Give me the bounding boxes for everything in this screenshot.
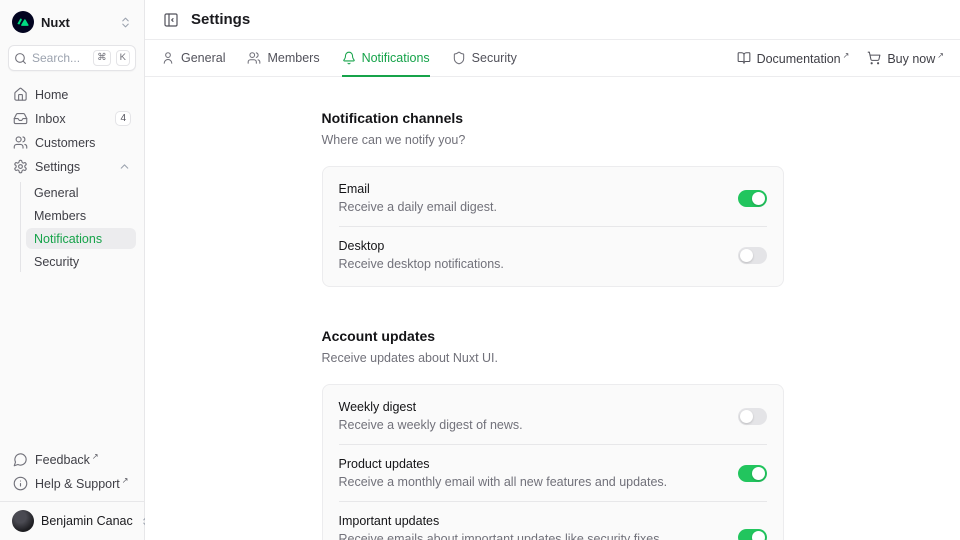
- org-name: Nuxt: [41, 15, 70, 30]
- tab-label: General: [181, 51, 225, 65]
- tab-label: Security: [472, 51, 517, 65]
- shopping-cart-icon: [867, 51, 881, 65]
- tab-security[interactable]: Security: [452, 40, 517, 76]
- tab-general[interactable]: General: [161, 40, 225, 76]
- setting-row-weekly-digest: Weekly digest Receive a weekly digest of…: [323, 388, 783, 444]
- users-icon: [247, 51, 261, 65]
- setting-description: Receive desktop notifications.: [339, 257, 504, 271]
- setting-description: Receive a daily email digest.: [339, 200, 497, 214]
- sidebar-item-general[interactable]: General: [26, 182, 136, 203]
- tab-label: Members: [267, 51, 319, 65]
- user-name: Benjamin Canac: [41, 514, 133, 528]
- search-placeholder: Search...: [32, 51, 88, 65]
- section-description: Where can we notify you?: [322, 133, 784, 147]
- page-title: Settings: [191, 11, 250, 28]
- search-icon: [14, 52, 27, 65]
- collapse-sidebar-button[interactable]: [161, 10, 181, 30]
- home-icon: [13, 87, 28, 102]
- book-open-icon: [737, 51, 751, 65]
- sidebar: Nuxt Search... ⌘ K Home: [0, 0, 145, 540]
- sidebar-item-notifications[interactable]: Notifications: [26, 228, 136, 249]
- buy-now-link[interactable]: Buy now: [867, 51, 944, 66]
- user-icon: [161, 51, 175, 65]
- gear-icon: [13, 159, 28, 174]
- inbox-icon: [13, 111, 28, 126]
- users-icon: [13, 135, 28, 150]
- sidebar-item-settings[interactable]: Settings: [8, 156, 136, 177]
- setting-label: Email: [339, 182, 497, 196]
- info-circle-icon: [13, 476, 28, 491]
- notification-channels-section: Notification channels Where can we notif…: [322, 110, 784, 287]
- section-title: Account updates: [322, 328, 784, 344]
- setting-label: Weekly digest: [339, 400, 523, 414]
- setting-description: Receive a weekly digest of news.: [339, 418, 523, 432]
- topbar: Settings: [145, 0, 960, 40]
- user-menu[interactable]: Benjamin Canac: [0, 501, 144, 540]
- account-updates-section: Account updates Receive updates about Nu…: [322, 328, 784, 540]
- documentation-link[interactable]: Documentation: [737, 51, 850, 66]
- feedback-link[interactable]: Feedback: [8, 449, 136, 470]
- header-links: Documentation Buy now: [737, 40, 944, 76]
- sidebar-item-home[interactable]: Home: [8, 84, 136, 105]
- app-window: Nuxt Search... ⌘ K Home: [0, 0, 960, 540]
- setting-row-email: Email Receive a daily email digest.: [323, 170, 783, 226]
- weekly-digest-toggle[interactable]: [738, 408, 767, 425]
- settings-tabs: General Members Notifications Security: [145, 40, 960, 77]
- kbd-k: K: [116, 50, 130, 66]
- setting-row-important-updates: Important updates Receive emails about i…: [323, 502, 783, 540]
- setting-label: Important updates: [339, 514, 722, 528]
- tab-members[interactable]: Members: [247, 40, 319, 76]
- sidebar-item-inbox[interactable]: Inbox 4: [8, 108, 136, 129]
- documentation-label: Documentation: [757, 51, 850, 66]
- help-support-link[interactable]: Help & Support: [8, 473, 136, 494]
- nuxt-logo-icon: [12, 11, 34, 33]
- sidebar-item-label: Inbox: [35, 112, 66, 126]
- shield-icon: [452, 51, 466, 65]
- avatar: [12, 510, 34, 532]
- settings-content: Notification channels Where can we notif…: [145, 77, 960, 540]
- settings-card: Weekly digest Receive a weekly digest of…: [322, 384, 784, 540]
- panel-left-icon: [163, 12, 179, 28]
- chevrons-up-down-icon: [119, 16, 132, 29]
- sidebar-item-label: Settings: [35, 160, 80, 174]
- tab-label: Notifications: [362, 51, 430, 65]
- important-updates-toggle[interactable]: [738, 529, 767, 540]
- org-switcher[interactable]: Nuxt: [8, 8, 136, 36]
- sidebar-nav: Home Inbox 4 Customers Settings: [8, 84, 136, 272]
- sidebar-item-label: Customers: [35, 136, 95, 150]
- kbd-command: ⌘: [93, 50, 111, 66]
- search-input[interactable]: Search... ⌘ K: [8, 45, 136, 71]
- buy-now-label: Buy now: [887, 51, 944, 66]
- message-circle-icon: [13, 452, 28, 467]
- setting-label: Product updates: [339, 457, 668, 471]
- sidebar-item-members[interactable]: Members: [26, 205, 136, 226]
- product-updates-toggle[interactable]: [738, 465, 767, 482]
- section-description: Receive updates about Nuxt UI.: [322, 351, 784, 365]
- tab-notifications[interactable]: Notifications: [342, 40, 430, 76]
- setting-row-desktop: Desktop Receive desktop notifications.: [323, 227, 783, 283]
- bell-icon: [342, 51, 356, 65]
- section-title: Notification channels: [322, 110, 784, 126]
- email-toggle[interactable]: [738, 190, 767, 207]
- sidebar-item-label: Home: [35, 88, 68, 102]
- settings-card: Email Receive a daily email digest. Desk…: [322, 166, 784, 287]
- feedback-label: Feedback: [35, 452, 99, 467]
- sidebar-spacer: [8, 272, 136, 449]
- sidebar-item-customers[interactable]: Customers: [8, 132, 136, 153]
- sidebar-footer-links: Feedback Help & Support: [8, 449, 136, 501]
- desktop-toggle[interactable]: [738, 247, 767, 264]
- setting-row-product-updates: Product updates Receive a monthly email …: [323, 445, 783, 501]
- chevron-up-icon: [118, 160, 131, 173]
- settings-subnav: General Members Notifications Security: [20, 182, 136, 272]
- help-support-label: Help & Support: [35, 476, 128, 491]
- setting-description: Receive a monthly email with all new fea…: [339, 475, 668, 489]
- main-panel: Settings General Members Notifications: [145, 0, 960, 540]
- inbox-count-badge: 4: [115, 111, 131, 126]
- setting-label: Desktop: [339, 239, 504, 253]
- setting-description: Receive emails about important updates l…: [339, 532, 722, 540]
- sidebar-item-security[interactable]: Security: [26, 251, 136, 272]
